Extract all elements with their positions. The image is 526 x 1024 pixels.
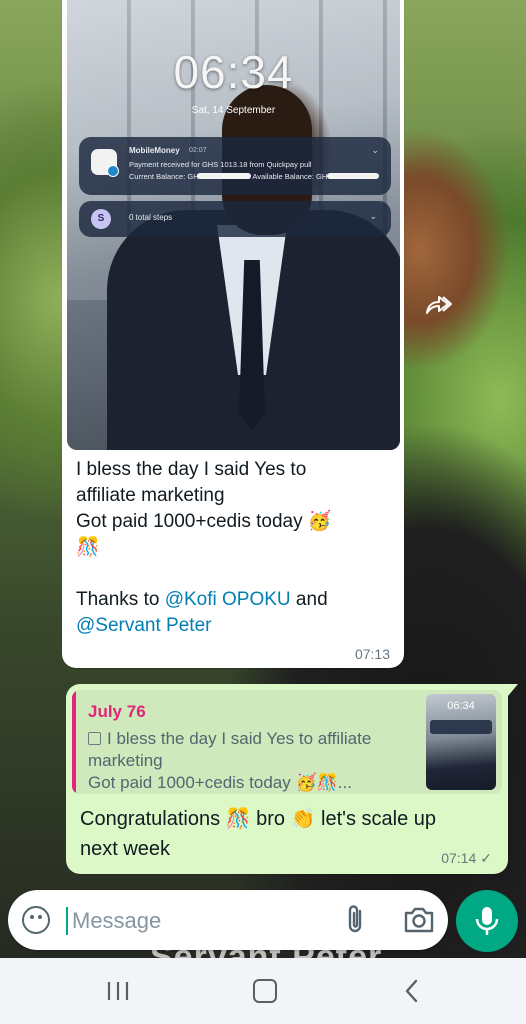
thumbnail-notification <box>430 720 492 734</box>
quoted-message[interactable]: July 76 I bless the day I said Yes to af… <box>72 690 502 794</box>
quote-line: marketing <box>88 751 163 770</box>
outgoing-message-text: Congratulations 🎊 bro 👏 let's scale up n… <box>80 804 490 864</box>
message-line: 🎊 <box>76 537 100 558</box>
mention-kofi-opoku[interactable]: @Kofi OPOKU <box>165 589 291 610</box>
lockscreen-time: 06:34 <box>173 46 294 98</box>
image-icon <box>88 732 101 745</box>
thanks-line: Thanks to @Kofi OPOKU and <box>76 587 396 613</box>
thumbnail-time: 06:34 <box>447 700 475 712</box>
incoming-message-time: 07:13 <box>354 646 390 662</box>
incoming-image-message[interactable]: 06:34 Sat, 14 September MobileMoney 02:0… <box>62 0 404 668</box>
quote-accent-bar <box>72 690 76 794</box>
message-line: Congratulations 🎊 bro 👏 let's scale up <box>80 808 437 830</box>
microphone-icon[interactable] <box>456 890 518 952</box>
steps-label: 0 total steps <box>129 213 173 222</box>
steps-app-icon: S <box>91 209 111 229</box>
message-line: I bless the day I said Yes to <box>76 459 307 480</box>
chevron-down-icon: ⌄ <box>371 145 379 155</box>
camera-icon[interactable] <box>402 904 436 936</box>
lockscreen-date: Sat, 14 September <box>191 105 276 116</box>
message-composer <box>8 890 448 950</box>
quote-thumbnail: 06:34 <box>426 694 496 790</box>
available-balance-label: . Available Balance: GH <box>248 172 328 181</box>
chevron-down-icon: ⌄ <box>369 211 377 221</box>
message-input[interactable] <box>70 902 324 940</box>
notification-time: 02:07 <box>189 147 207 154</box>
and-text: and <box>290 589 328 610</box>
outgoing-message-time: 07:14 ✓ <box>441 850 492 867</box>
emoji-icon[interactable] <box>22 906 50 934</box>
incoming-message-text: I bless the day I said Yes to affiliate … <box>76 457 396 639</box>
thanks-prefix: Thanks to <box>76 589 165 610</box>
quote-line: Got paid 1000+cedis today 🥳🎊... <box>88 773 352 792</box>
message-line: next week <box>80 838 171 860</box>
notification-app-name: MobileMoney <box>129 146 180 155</box>
balance-label: Current Balance: GH <box>129 172 199 181</box>
quote-author: July 76 <box>88 702 146 721</box>
home-icon[interactable] <box>253 979 277 1003</box>
paperclip-icon[interactable] <box>342 902 370 938</box>
message-line: affiliate marketing <box>76 485 225 506</box>
forward-icon[interactable] <box>420 292 456 328</box>
text-cursor <box>66 907 68 935</box>
back-icon[interactable] <box>400 978 424 1004</box>
outgoing-reply-message[interactable]: July 76 I bless the day I said Yes to af… <box>66 684 518 874</box>
recent-apps-icon[interactable] <box>105 980 131 1002</box>
notification-line-1: Payment received for GHS 1013.18 from Qu… <box>129 160 312 169</box>
sent-tick-icon: ✓ <box>480 850 492 866</box>
quote-line-text: I bless the day I said Yes to affiliate <box>107 729 372 748</box>
mobile-money-notification: MobileMoney 02:07 Payment received for G… <box>79 137 391 195</box>
quote-line: I bless the day I said Yes to affiliate <box>88 728 418 750</box>
redaction-scribble <box>197 173 251 179</box>
mobile-money-app-icon <box>91 149 119 177</box>
steps-notification: S 0 total steps ⌄ <box>79 201 391 237</box>
system-navigation-bar <box>0 958 526 1024</box>
quote-text: I bless the day I said Yes to affiliate … <box>88 728 418 794</box>
attached-screenshot-image[interactable]: 06:34 Sat, 14 September MobileMoney 02:0… <box>67 0 400 450</box>
redaction-scribble <box>327 173 379 179</box>
message-line: Got paid 1000+cedis today 🥳 <box>76 511 332 532</box>
time-label: 07:14 <box>441 850 477 866</box>
mention-servant-peter[interactable]: @Servant Peter <box>76 613 396 639</box>
